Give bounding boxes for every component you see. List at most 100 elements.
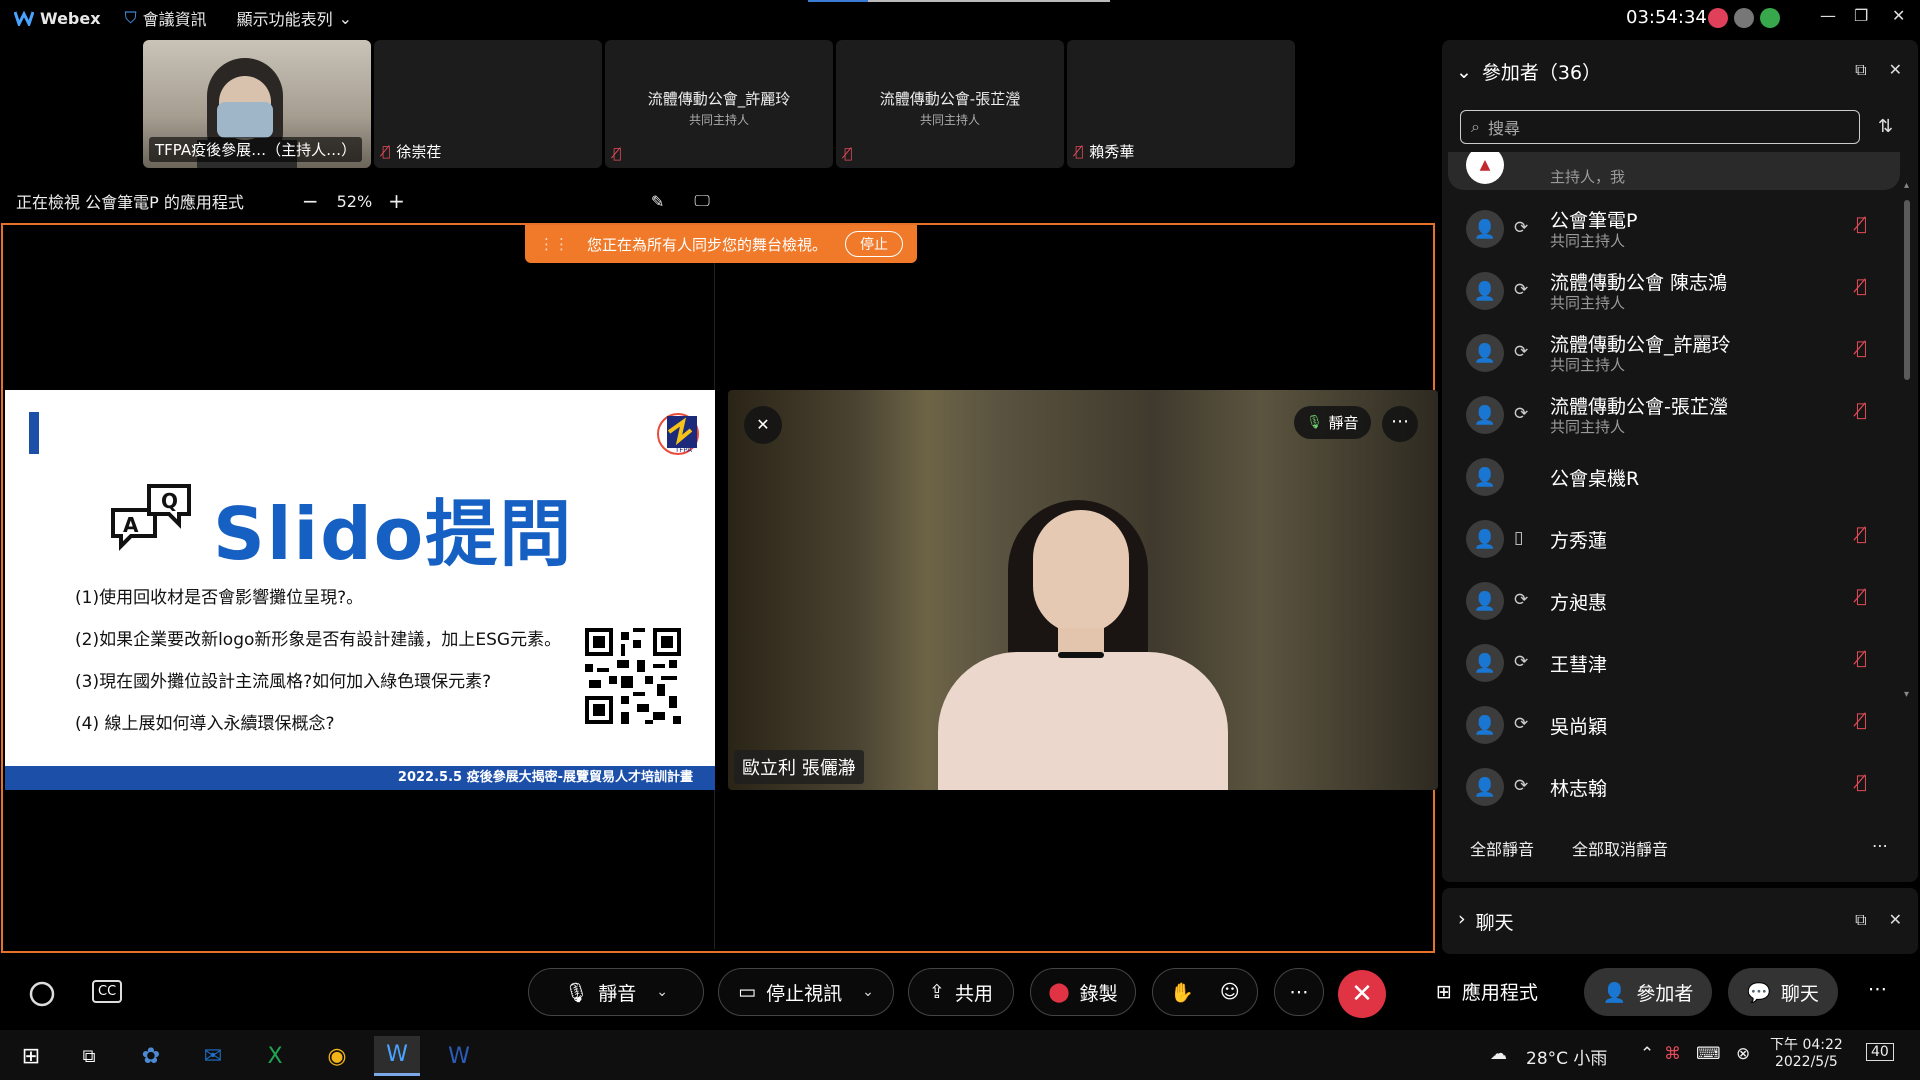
network-icon[interactable] <box>1734 8 1754 28</box>
thumbnail-participant[interactable]: 🎙̸ 徐崇荏 <box>374 40 602 168</box>
participant-row[interactable]: 👤 ⟳ 吳尚穎 🎙̸ <box>1442 694 1902 750</box>
more-options-button[interactable]: ⋯ <box>1274 968 1324 1016</box>
sort-icon[interactable]: ⇅ <box>1878 116 1893 137</box>
stop-sync-button[interactable]: 停止 <box>845 231 903 257</box>
share-button[interactable]: ⇪ 共用 <box>908 968 1014 1016</box>
participant-row[interactable]: 👤 ⟳ 流體傳動公會 陳志鴻 共同主持人 🎙̸ <box>1442 260 1902 316</box>
weather-text[interactable]: 28°C 小雨 <box>1526 1044 1607 1069</box>
mic-muted-icon[interactable]: 🎙̸ <box>1856 338 1867 359</box>
close-icon[interactable]: ✕ <box>1889 910 1902 930</box>
chevron-down-icon: ⌄ <box>338 8 353 28</box>
participants-button[interactable]: 👤 參加者 <box>1584 968 1712 1016</box>
participant-row[interactable]: 👤 ⟳ 流體傳動公會_許麗玲 共同主持人 🎙̸ <box>1442 322 1902 378</box>
record-button[interactable]: ⬤ 錄製 <box>1030 968 1136 1016</box>
device-icon: ⟳ <box>1514 652 1529 672</box>
show-menu-bar-button[interactable]: 顯示功能表列 ⌄ <box>237 6 352 30</box>
apps-button[interactable]: ⊞ 應用程式 <box>1436 978 1538 1005</box>
chat-header[interactable]: › 聊天 <box>1458 908 1514 935</box>
word-icon[interactable]: W <box>436 1036 482 1076</box>
device-icon: ⟳ <box>1514 776 1529 796</box>
mic-muted-icon[interactable]: 🎙̸ <box>1856 400 1867 421</box>
mic-muted-icon[interactable]: 🎙̸ <box>1856 214 1867 235</box>
annotate-icon[interactable]: ✎ <box>651 192 664 211</box>
clock[interactable]: 下午 04:22 2022/5/5 <box>1770 1034 1843 1070</box>
weather-icon[interactable]: ☁ <box>1490 1044 1507 1064</box>
participant-row[interactable]: 👤 ⟳ 公會筆電P 共同主持人 🎙̸ <box>1442 198 1902 254</box>
mute-button[interactable]: 🎙 靜音 ⌄ <box>528 968 704 1016</box>
chevron-down-icon[interactable]: ⌄ <box>656 984 668 1000</box>
participant-row[interactable]: 👤 公會桌機R <box>1442 446 1902 502</box>
drag-handle-icon[interactable]: ⋮⋮ <box>539 235 569 253</box>
mic-muted-icon[interactable]: 🎙̸ <box>1856 772 1867 793</box>
scroll-down-icon[interactable]: ▾ <box>1904 689 1909 700</box>
unmute-all-button[interactable]: 全部取消靜音 <box>1572 836 1668 860</box>
participant-row[interactable]: 👤 ⟳ 林志翰 🎙̸ <box>1442 756 1902 812</box>
restore-icon[interactable]: ❐ <box>1854 6 1868 25</box>
mute-all-button[interactable]: 全部靜音 <box>1470 836 1534 860</box>
thumbnail-participant[interactable]: 流體傳動公會_許麗玲 共同主持人 🎙̸ <box>605 40 833 168</box>
mic-muted-icon[interactable]: 🎙̸ <box>1856 710 1867 731</box>
participant-row-self[interactable]: ▲ 主持人，我 <box>1448 152 1900 190</box>
participants-more-button[interactable]: ⋯ <box>1872 836 1888 855</box>
scrollbar-thumb[interactable] <box>1904 200 1910 380</box>
thumbnail-participant[interactable]: 🎙̸ 賴秀華 <box>1067 40 1295 168</box>
chat-label: 聊天 <box>1780 982 1819 1005</box>
mic-muted-icon[interactable]: 🎙̸ <box>1856 586 1867 607</box>
close-icon[interactable]: ✕ <box>1889 60 1902 80</box>
keyboard-icon[interactable]: ⌨ <box>1696 1044 1721 1064</box>
avatar: 👤 <box>1466 582 1504 620</box>
health-icon[interactable] <box>1760 8 1780 28</box>
status-ring-icon[interactable] <box>28 980 56 1008</box>
windows-start-icon[interactable]: ⊞ <box>8 1036 54 1076</box>
mic-muted-icon[interactable]: 🎙̸ <box>1856 276 1867 297</box>
mic-muted-icon[interactable]: 🎙̸ <box>1856 648 1867 669</box>
participant-list: ▲ 主持人，我 👤 ⟳ 公會筆電P 共同主持人 🎙̸ 👤 ⟳ 流體傳動公會 陳志… <box>1442 152 1904 828</box>
pin-icon[interactable]: ✕ <box>744 406 782 444</box>
participant-row[interactable]: 👤 ⟳ 王彗津 🎙̸ <box>1442 632 1902 688</box>
closed-captions-icon[interactable]: CC <box>92 980 123 1003</box>
close-icon[interactable]: ✕ <box>1892 6 1905 25</box>
emoji-icon[interactable]: ☺ <box>1220 981 1240 1003</box>
zoom-out-button[interactable]: − <box>302 189 319 213</box>
chrome-icon[interactable]: ◉ <box>314 1036 360 1076</box>
zoom-in-button[interactable]: + <box>388 189 405 213</box>
chat-button[interactable]: 💬 聊天 <box>1728 968 1838 1016</box>
participant-search-input[interactable]: ⌕ 搜尋 <box>1460 110 1860 144</box>
tray-close-icon[interactable]: ⊗ <box>1736 1044 1750 1064</box>
minimize-icon[interactable]: — <box>1820 6 1836 25</box>
app-icon-paint[interactable]: ✿ <box>128 1036 174 1076</box>
scroll-up-icon[interactable]: ▴ <box>1904 180 1909 191</box>
end-call-button[interactable]: ✕ <box>1338 970 1386 1018</box>
chevron-down-icon[interactable]: ⌄ <box>862 984 874 1000</box>
task-view-icon[interactable]: ⧉ <box>66 1036 112 1076</box>
recording-indicator-icon[interactable] <box>1708 8 1728 28</box>
tray-chevron-icon[interactable]: ⌃ <box>1640 1044 1654 1064</box>
participants-header[interactable]: ⌄ 參加者（36） <box>1456 58 1601 85</box>
avatar: ▲ <box>1466 152 1504 184</box>
outlook-icon[interactable]: ✉ <box>190 1036 236 1076</box>
thumbnail-participant[interactable]: 流體傳動公會-張芷瀅 共同主持人 🎙̸ <box>836 40 1064 168</box>
active-speaker-video[interactable]: ✕ 🎙 靜音 ⋯ 歐立利 張儷瀞 <box>728 390 1438 790</box>
participant-row[interactable]: 👤 ⟳ 流體傳動公會-張芷瀅 共同主持人 🎙̸ <box>1442 384 1902 440</box>
stop-video-button[interactable]: ▭ 停止視訊 ⌄ <box>718 968 894 1016</box>
participant-row[interactable]: 👤 ⟳ 方昶惠 🎙̸ <box>1442 570 1902 626</box>
participant-scrollbar[interactable]: ▴ ▾ <box>1904 180 1910 700</box>
tray-app-icon[interactable]: ⌘ <box>1664 1044 1681 1064</box>
excel-icon[interactable]: X <box>252 1036 298 1076</box>
apps-label: 應用程式 <box>1461 982 1538 1004</box>
webex-taskbar-icon[interactable]: W <box>374 1036 420 1076</box>
pop-out-icon[interactable]: ⧉ <box>1855 910 1866 930</box>
mic-muted-icon[interactable]: 🎙̸ <box>1856 524 1867 545</box>
device-icon: ⟳ <box>1514 714 1529 734</box>
speaker-more-button[interactable]: ⋯ <box>1382 406 1418 442</box>
speaker-mute-button[interactable]: 🎙 靜音 <box>1294 406 1371 439</box>
thumbnail-host[interactable]: TFPA疫後參展…（主持人…） <box>143 40 371 168</box>
slide-question: (1)使用回收材是否會影響攤位呈現?。 <box>75 588 364 608</box>
notification-center-icon[interactable]: 40 <box>1866 1043 1894 1061</box>
display-icon[interactable]: 🖵 <box>694 191 709 211</box>
raise-hand-icon[interactable]: ✋ <box>1170 981 1194 1004</box>
pop-out-icon[interactable]: ⧉ <box>1855 60 1866 80</box>
participant-row[interactable]: 👤 ▯ 方秀蓮 🎙̸ <box>1442 508 1902 564</box>
overflow-button[interactable]: ⋯ <box>1868 978 1887 1000</box>
meeting-info-button[interactable]: ⛉ 會議資訊 <box>125 6 207 30</box>
